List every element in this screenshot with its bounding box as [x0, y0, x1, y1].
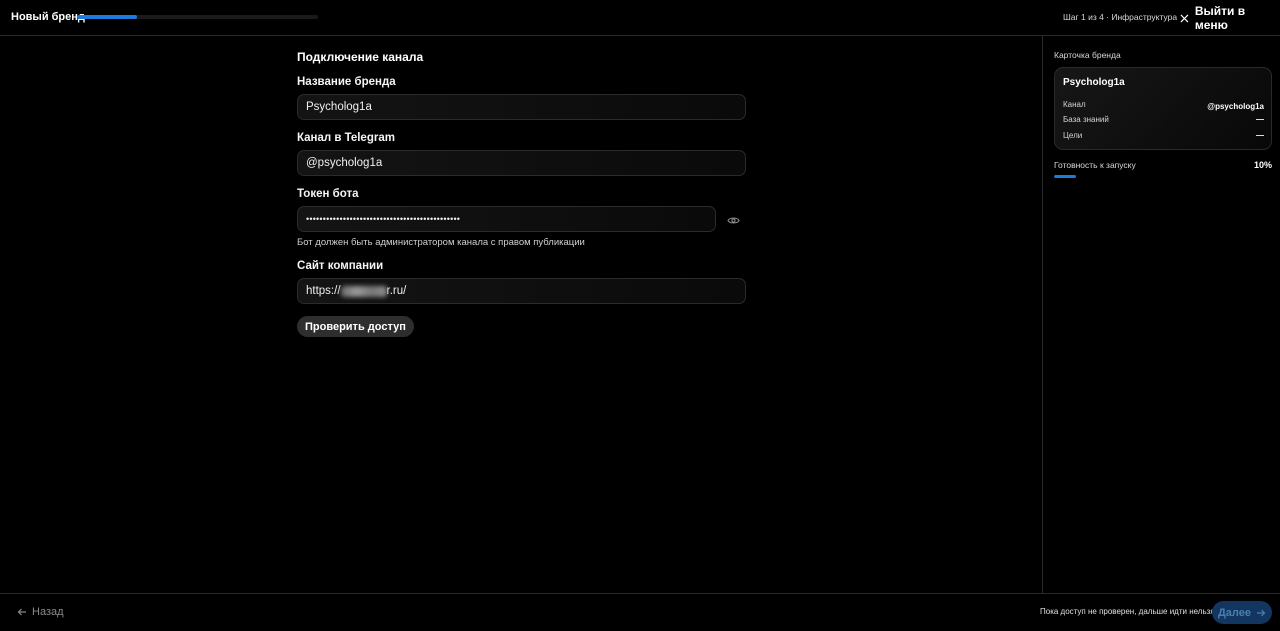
launch-readiness-label: Готовность к запуску — [1054, 160, 1136, 170]
show-token-button[interactable] — [727, 213, 740, 224]
brand-name-label: Название бренда — [297, 76, 396, 88]
arrow-left-icon — [17, 608, 26, 616]
telegram-channel-label: Канал в Telegram — [297, 132, 395, 144]
exit-to-menu-label: Выйти в меню — [1194, 4, 1246, 32]
top-bar: Новый бренд Шаг 1 из 4 · Инфраструктура … — [0, 0, 1280, 36]
eye-icon — [727, 217, 740, 224]
launch-readiness-fill — [1054, 175, 1076, 178]
brand-card-title: Карточка бренда — [1054, 50, 1121, 60]
bot-token-label: Токен бота — [297, 188, 359, 200]
company-site-label: Сайт компании — [297, 260, 384, 272]
brand-name-input[interactable]: Psycholog1a — [297, 94, 746, 120]
card-row-value: @psycholog1a — [1207, 102, 1264, 111]
next-label: Далее — [1217, 606, 1252, 619]
bot-token-input[interactable]: ••••••••••••••••••••••••••••••••••••••••… — [297, 206, 716, 232]
close-icon — [1180, 14, 1189, 22]
bot-token-value: ••••••••••••••••••••••••••••••••••••••••… — [306, 214, 461, 224]
arrow-right-icon — [1257, 609, 1266, 616]
company-site-input[interactable]: https:// r.ru/ — [297, 278, 746, 304]
card-row-channel: Канал @psycholog1a — [1063, 97, 1264, 112]
wizard-progress-fill — [77, 15, 138, 19]
launch-readiness-value: 10% — [1253, 160, 1272, 170]
brand-name-value: Psycholog1a — [306, 101, 372, 113]
launch-readiness-bar — [1054, 175, 1272, 178]
bottom-bar: Назад Пока доступ не проверен, дальше ид… — [0, 593, 1280, 631]
back-label: Назад — [32, 606, 64, 618]
telegram-channel-value: @psycholog1a — [306, 157, 383, 169]
back-button[interactable]: Назад — [17, 606, 64, 618]
card-row-label: Канал — [1063, 99, 1086, 109]
footer-status-note: Пока доступ не проверен, дальше идти нел… — [1040, 607, 1215, 616]
page-title: Новый бренд — [11, 11, 85, 23]
telegram-channel-input[interactable]: @psycholog1a — [297, 150, 746, 176]
card-row-goals: Цели — — [1063, 131, 1264, 140]
section-title: Подключение канала — [297, 50, 424, 64]
card-row-knowledge-base: База знаний — — [1063, 115, 1264, 124]
company-site-suffix: r.ru/ — [386, 285, 407, 297]
wizard-progress-bar — [77, 15, 318, 19]
brand-card-name: Psycholog1a — [1063, 77, 1125, 88]
bot-token-hint: Бот должен быть администратором канала с… — [297, 237, 585, 248]
card-row-value: — — [1256, 131, 1264, 140]
sidebar-divider — [1042, 36, 1043, 593]
card-row-value: — — [1256, 115, 1264, 124]
redacted-text — [340, 285, 387, 297]
next-button[interactable]: Далее — [1212, 601, 1272, 624]
card-row-label: База знаний — [1063, 115, 1109, 124]
brand-card: Psycholog1a Канал @psycholog1a База знан… — [1054, 67, 1272, 150]
step-indicator: Шаг 1 из 4 · Инфраструктура — [1063, 12, 1178, 22]
exit-to-menu-button[interactable]: Выйти в меню — [1180, 4, 1280, 32]
card-row-label: Цели — [1063, 131, 1083, 140]
check-access-button[interactable]: Проверить доступ — [297, 316, 414, 337]
company-site-prefix: https:// — [306, 285, 341, 297]
launch-readiness: Готовность к запуску 10% — [1054, 160, 1272, 170]
